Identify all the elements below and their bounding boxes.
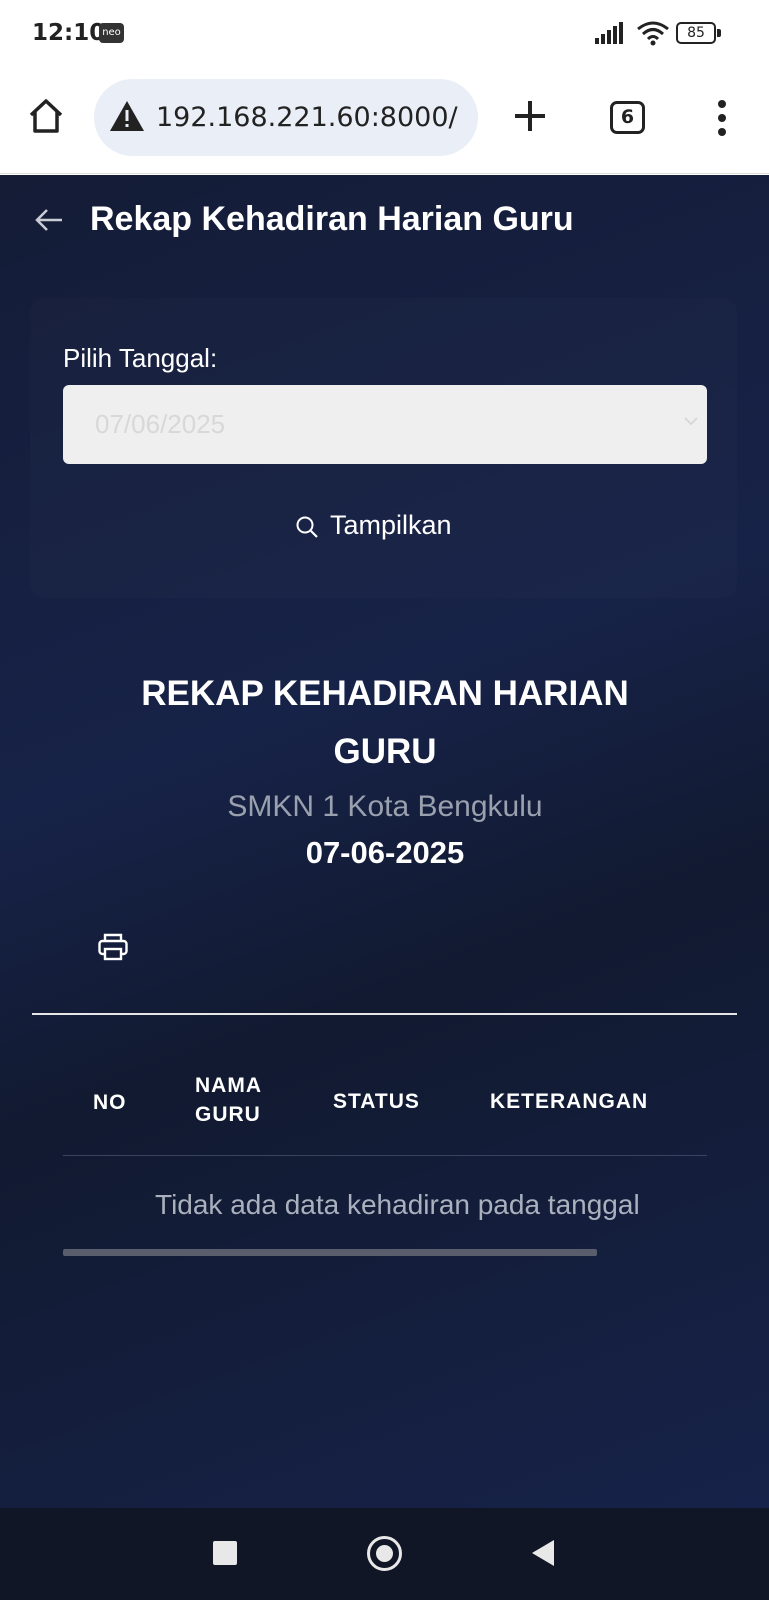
signal-icon bbox=[595, 22, 625, 49]
page-content: Rekap Kehadiran Harian Guru Pilih Tangga… bbox=[0, 175, 769, 1508]
empty-table-message: Tidak ada data kehadiran pada tanggal bbox=[155, 1189, 640, 1220]
back-triangle-icon[interactable] bbox=[532, 1540, 554, 1566]
plus-icon[interactable] bbox=[510, 96, 550, 136]
date-label: Pilih Tanggal: bbox=[63, 343, 218, 373]
column-header-nama-line2: GURU bbox=[195, 1103, 261, 1126]
tabs-icon[interactable]: 6 bbox=[610, 101, 645, 134]
print-icon[interactable] bbox=[97, 932, 129, 967]
address-bar[interactable]: 192.168.221.60:8000/ bbox=[94, 79, 478, 156]
column-header-nama-guru: NAMA GURU bbox=[195, 1071, 262, 1129]
page-title: Rekap Kehadiran Harian Guru bbox=[90, 200, 574, 238]
date-value: 07/06/2025 bbox=[95, 409, 226, 439]
battery-level: 85 bbox=[676, 22, 716, 44]
report-title: REKAP KEHADIRAN HARIAN GURU bbox=[141, 674, 629, 771]
browser-toolbar: 192.168.221.60:8000/ 6 bbox=[0, 66, 769, 174]
status-time: 12:10 bbox=[32, 20, 106, 46]
warning-icon[interactable] bbox=[108, 99, 146, 138]
neo-badge: neo bbox=[99, 23, 124, 43]
search-icon bbox=[295, 515, 319, 544]
table-header-border bbox=[63, 1155, 707, 1156]
recents-icon[interactable] bbox=[213, 1541, 237, 1565]
home-icon[interactable] bbox=[26, 96, 70, 140]
date-select[interactable]: 07/06/2025 bbox=[63, 385, 707, 464]
back-arrow-icon[interactable] bbox=[32, 205, 66, 235]
column-header-nama-line1: NAMA bbox=[195, 1074, 262, 1097]
home-circle-icon[interactable] bbox=[367, 1536, 402, 1571]
url-text[interactable]: 192.168.221.60:8000/ bbox=[156, 102, 458, 133]
chevron-down-icon bbox=[683, 413, 699, 429]
show-button-label: Tampilkan bbox=[330, 510, 452, 540]
wifi-icon bbox=[636, 20, 670, 51]
school-name: SMKN 1 Kota Bengkulu bbox=[227, 790, 543, 823]
divider bbox=[32, 1013, 737, 1015]
horizontal-scrollbar[interactable] bbox=[63, 1249, 597, 1256]
more-vert-icon[interactable] bbox=[710, 98, 734, 138]
show-button[interactable]: Tampilkan bbox=[280, 505, 490, 549]
column-header-no: NO bbox=[93, 1091, 127, 1114]
report-date: 07-06-2025 bbox=[305, 835, 465, 870]
column-header-status: STATUS bbox=[333, 1090, 420, 1113]
status-bar: 12:10 neo 85 bbox=[0, 0, 769, 66]
column-header-keterangan: KETERANGAN bbox=[490, 1090, 649, 1113]
system-nav-bar bbox=[0, 1508, 769, 1600]
battery-icon: 85 bbox=[676, 22, 722, 44]
